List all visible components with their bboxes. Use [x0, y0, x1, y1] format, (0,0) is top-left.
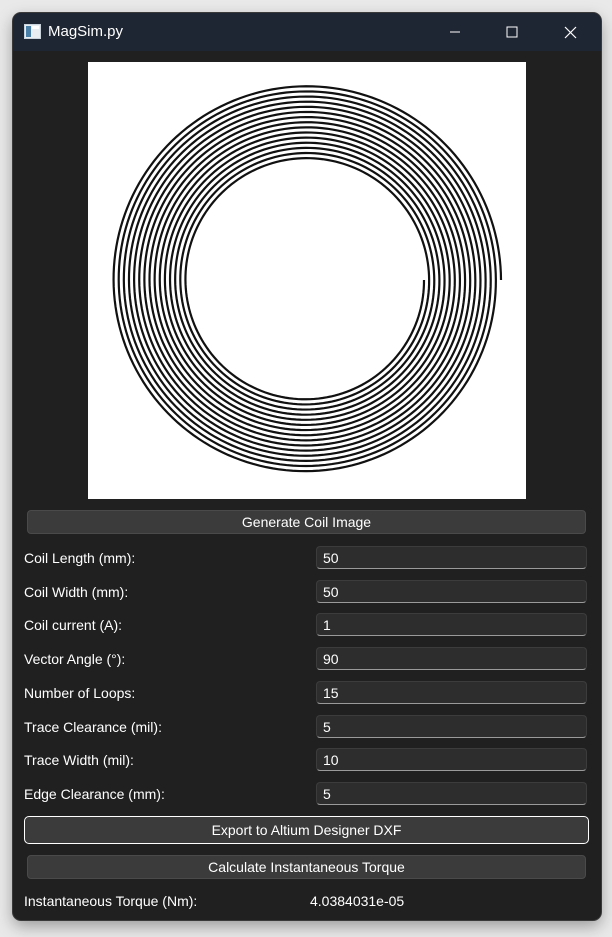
calculate-torque-button[interactable]: Calculate Instantaneous Torque — [27, 855, 586, 879]
minimize-icon — [450, 31, 460, 33]
param-label: Vector Angle (°): — [24, 651, 126, 667]
app-window: MagSim.py Generate Coil Image Coil Lengt… — [13, 13, 601, 920]
export-dxf-button[interactable]: Export to Altium Designer DXF — [24, 816, 589, 844]
close-icon — [564, 26, 576, 38]
close-button[interactable] — [541, 13, 599, 51]
maximize-button[interactable] — [483, 13, 541, 51]
param-label: Edge Clearance (mm): — [24, 786, 165, 802]
param-label: Trace Clearance (mil): — [24, 719, 162, 735]
coil-image-panel — [88, 62, 526, 499]
coil-trace — [112, 85, 503, 473]
spiral-coil-image — [112, 85, 503, 473]
torque-result-value: 4.0384031e-05 — [310, 893, 405, 909]
param-label: Coil Length (mm): — [24, 550, 136, 566]
param-input[interactable]: 10 — [316, 748, 587, 771]
param-label: Coil Width (mm): — [24, 584, 129, 600]
app-icon — [24, 24, 41, 39]
param-input[interactable]: 50 — [316, 580, 587, 603]
param-label: Number of Loops: — [24, 685, 136, 701]
param-label: Trace Width (mil): — [24, 752, 134, 768]
window-title: MagSim.py — [48, 23, 124, 40]
param-input[interactable]: 15 — [316, 681, 587, 704]
param-input[interactable]: 5 — [316, 782, 587, 805]
maximize-icon — [506, 26, 518, 38]
minimize-button[interactable] — [426, 13, 484, 51]
torque-result-label: Instantaneous Torque (Nm): — [24, 893, 198, 909]
generate-coil-image-button[interactable]: Generate Coil Image — [27, 510, 586, 534]
title-bar[interactable]: MagSim.py — [13, 13, 601, 51]
param-label: Coil current (A): — [24, 617, 123, 633]
param-input[interactable]: 1 — [316, 613, 587, 636]
param-input[interactable]: 90 — [316, 647, 587, 670]
param-input[interactable]: 5 — [316, 715, 587, 738]
param-input[interactable]: 50 — [316, 546, 587, 569]
